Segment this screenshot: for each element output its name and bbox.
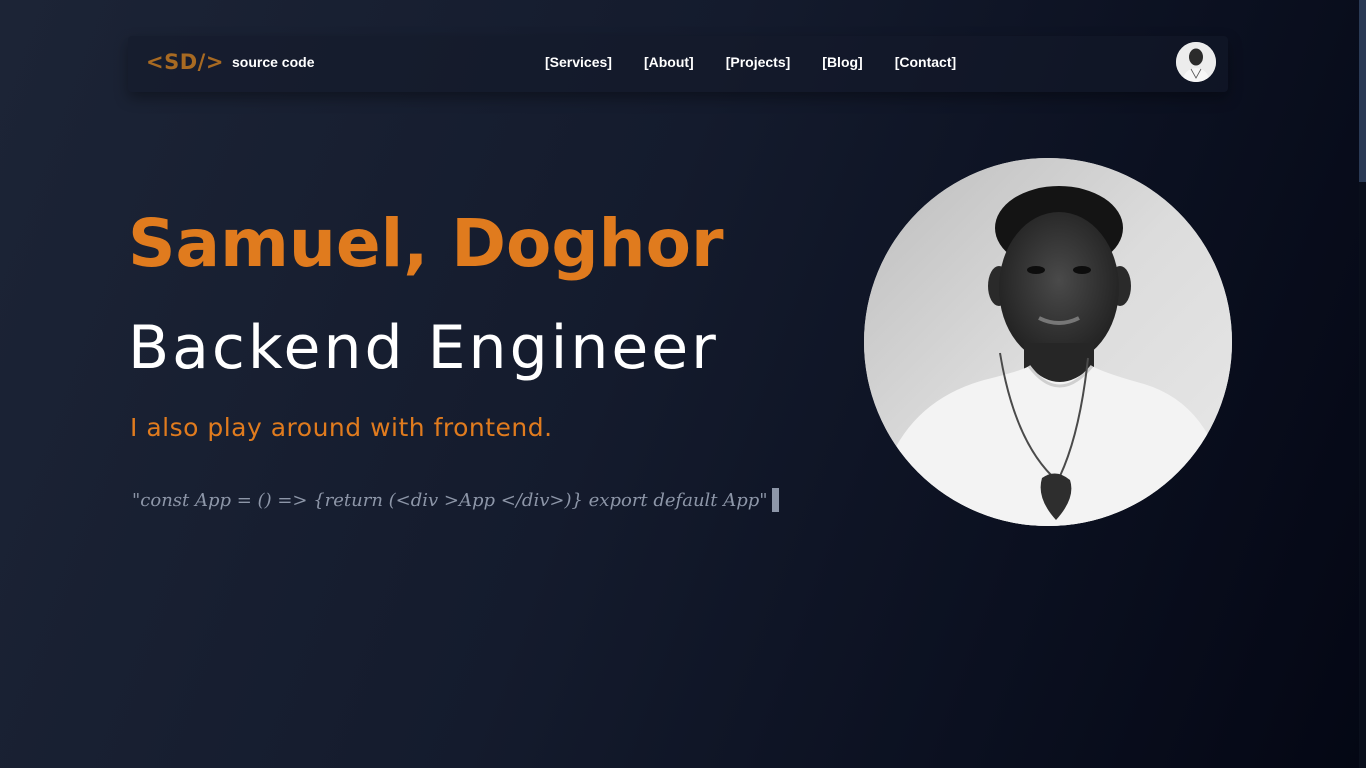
nav-link-contact[interactable]: [Contact] [895,54,956,70]
top-navbar: <SD/> source code [Services] [About] [Pr… [128,36,1228,92]
avatar-image [1176,42,1216,82]
nav-link-blog[interactable]: [Blog] [822,54,862,70]
hero-title: Backend Engineer [128,313,719,383]
logo-subtitle[interactable]: source code [232,54,314,70]
nav-link-about[interactable]: [About] [644,54,694,70]
nav-links: [Services] [About] [Projects] [Blog] [Co… [545,54,956,70]
profile-portrait [864,158,1232,526]
typed-code-line: "const App = () => {return (<div >App </… [132,488,779,512]
typing-cursor [771,488,779,512]
nav-link-services[interactable]: [Services] [545,54,612,70]
hero-name: Samuel, Doghor [128,205,724,282]
typed-code-text: "const App = () => {return (<div >App </… [132,489,768,511]
page-scrollbar[interactable] [1359,0,1366,768]
portrait-image [864,158,1232,526]
nav-link-projects[interactable]: [Projects] [726,54,791,70]
avatar[interactable] [1176,42,1216,82]
hero-subtitle: I also play around with frontend. [130,413,553,442]
site-logo[interactable]: <SD/> [146,50,224,74]
scrollbar-thumb[interactable] [1359,0,1366,182]
